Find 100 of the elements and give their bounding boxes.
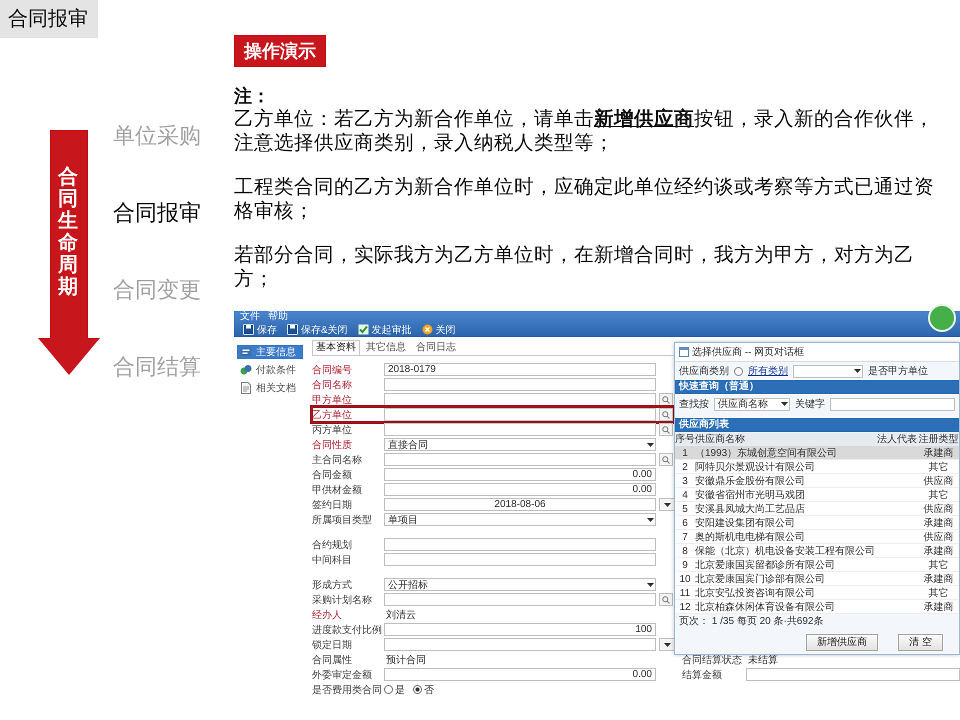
number-field[interactable]: 100 — [384, 623, 656, 636]
lookup-field[interactable] — [384, 423, 656, 436]
table-cell-text: 供应商 — [922, 530, 954, 544]
table-cell-text: 北京爱康国宾门诊部有限公司 — [695, 572, 826, 586]
list-row[interactable]: 5 安溪县凤城大尚工艺品店 供应商 — [675, 502, 959, 516]
dropdown[interactable]: 供应商名称 — [714, 398, 790, 410]
tab[interactable]: 合同日志 — [412, 340, 460, 355]
text-field[interactable] — [746, 668, 960, 681]
list-row[interactable]: 12 北京柏森休闲体育设备有限公司 承建商 — [675, 600, 959, 614]
toolbar-button[interactable]: 发起审批 — [354, 324, 415, 336]
calendar-button[interactable] — [659, 498, 675, 511]
dialog-title: 选择供应商 -- 网页对话框 — [692, 346, 804, 359]
table-cell-text: 北京柏森休闲体育设备有限公司 — [695, 600, 836, 614]
document-icon — [240, 382, 252, 394]
tab[interactable]: 其它信息 — [362, 340, 410, 355]
table-cell-text: 其它 — [928, 586, 950, 600]
table-cell-text: 保能（北京）机电设备安装工程有限公司 — [695, 544, 876, 558]
lookup-button[interactable] — [659, 453, 673, 466]
pager-text: 页次： 1 /35 每页 20 条·共692条 — [678, 614, 824, 629]
table-cell-text: 北京安弘投资咨询有限公司 — [695, 586, 816, 600]
radio-option[interactable]: 是 — [384, 682, 405, 696]
text-field[interactable]: 2018-0179 — [384, 363, 656, 376]
lookup-button[interactable] — [659, 393, 673, 406]
dropdown[interactable]: 公开招标 — [384, 578, 656, 591]
dropdown[interactable] — [793, 364, 863, 378]
text-field[interactable] — [384, 538, 656, 551]
lookup-field[interactable] — [384, 453, 656, 466]
number-field[interactable]: 0.00 — [384, 468, 656, 481]
keyword-field[interactable] — [830, 398, 955, 410]
toolbar-button[interactable]: 保存&关闭 — [284, 324, 351, 336]
table-cell-text: 其它 — [928, 460, 950, 474]
table-cell-text: 其它 — [928, 488, 950, 502]
table-cell-text: 4 — [681, 490, 689, 500]
lookup-button[interactable] — [659, 408, 673, 421]
nav-item[interactable]: 相关文档 — [237, 381, 303, 395]
floppy-icon — [243, 324, 255, 336]
nav-item[interactable]: 付款条件 — [237, 363, 303, 377]
field-label: 合同编号 — [312, 364, 353, 376]
table-cell-text: 1 — [681, 448, 689, 458]
table-cell-text: 承建商 — [922, 446, 954, 460]
menu-item[interactable]: 文件 — [240, 311, 260, 323]
category-link[interactable]: 所有类别 — [748, 364, 788, 378]
toolbar-button[interactable]: 关闭 — [418, 324, 459, 336]
field-label: 是否甲方单位 — [868, 364, 928, 378]
card-icon — [240, 346, 252, 358]
dialog-button[interactable]: 清 空 — [898, 634, 943, 650]
column-header: 序号 — [675, 432, 695, 446]
text-field[interactable] — [384, 553, 656, 566]
caret-icon — [662, 640, 672, 648]
table-cell-text: 其它 — [928, 558, 950, 572]
list-row[interactable]: 7 奥的斯机电电梯有限公司 供应商 — [675, 530, 959, 544]
list-row[interactable]: 10 北京爱康国宾门诊部有限公司 承建商 — [675, 572, 959, 586]
table-cell-text: 5 — [681, 504, 689, 514]
toolbar-button[interactable]: 保存 — [240, 324, 280, 336]
column-header: 法人代表 — [876, 432, 918, 446]
table-cell-text: 10 — [678, 574, 692, 584]
field-label: 合同结算状态 — [682, 654, 743, 666]
table-cell-text: 8 — [681, 546, 689, 556]
list-row[interactable]: 1 （1993）东城创意空间有限公司 承建商 — [675, 446, 959, 460]
caret-icon — [646, 580, 655, 588]
caret-icon — [853, 367, 862, 375]
page-title: 合同报审 — [0, 0, 98, 38]
caret-icon — [780, 400, 789, 408]
radio-option[interactable]: 否 — [413, 682, 434, 696]
column-header: 供应商名称 — [695, 432, 746, 446]
note-paragraph: 若部分合同，实际我方为乙方单位时，在新增合同时，我方为甲方，对方为乙方； — [234, 243, 915, 291]
nav-item[interactable]: 主要信息 — [237, 345, 303, 359]
number-field[interactable]: 0.00 — [384, 668, 656, 681]
field-label: 经办人 — [312, 608, 343, 622]
text-field[interactable] — [384, 378, 656, 391]
field-label: 合同名称 — [312, 378, 353, 392]
dialog-button[interactable]: 新增供应商 — [806, 634, 878, 650]
table-cell-text: 12 — [678, 602, 692, 612]
date-field[interactable] — [384, 638, 656, 651]
list-row[interactable]: 8 保能（北京）机电设备安装工程有限公司 承建商 — [675, 544, 959, 558]
table-cell-text: 7 — [681, 532, 689, 542]
lookup-field[interactable] — [384, 408, 656, 421]
field-label: 所属项目类型 — [312, 514, 373, 526]
table-cell-text: 奥的斯机电电梯有限公司 — [695, 530, 806, 544]
lookup-button[interactable] — [659, 593, 673, 606]
date-field[interactable]: 2018-08-06 — [384, 498, 656, 511]
lookup-field[interactable] — [384, 393, 656, 406]
list-row[interactable]: 4 安徽省宿州市光明马戏团 其它 — [675, 488, 959, 502]
field-label: 结算金额 — [682, 668, 723, 682]
dropdown[interactable]: 直接合同 — [384, 438, 656, 451]
menu-item[interactable]: 帮助 — [268, 311, 288, 323]
calendar-button[interactable] — [659, 638, 675, 651]
list-row[interactable]: 2 阿特贝尔景观设计有限公司 其它 — [675, 460, 959, 474]
table-cell-text: 承建商 — [922, 600, 954, 614]
list-row[interactable]: 11 北京安弘投资咨询有限公司 其它 — [675, 586, 959, 600]
list-row[interactable]: 9 北京爱康国宾留都诊所有限公司 其它 — [675, 558, 959, 572]
tab[interactable]: 基本资料 — [312, 340, 360, 355]
list-row[interactable]: 6 安阳建设集团有限公司 承建商 — [675, 516, 959, 530]
search-icon — [662, 426, 670, 434]
number-field[interactable]: 0.00 — [384, 483, 656, 496]
list-row[interactable]: 3 安徽鼎乐金股份有限公司 供应商 — [675, 474, 959, 488]
lookup-button[interactable] — [659, 423, 673, 436]
lookup-field[interactable] — [384, 593, 656, 606]
dropdown[interactable]: 单项目 — [384, 513, 656, 526]
table-cell-text: 6 — [681, 518, 689, 528]
